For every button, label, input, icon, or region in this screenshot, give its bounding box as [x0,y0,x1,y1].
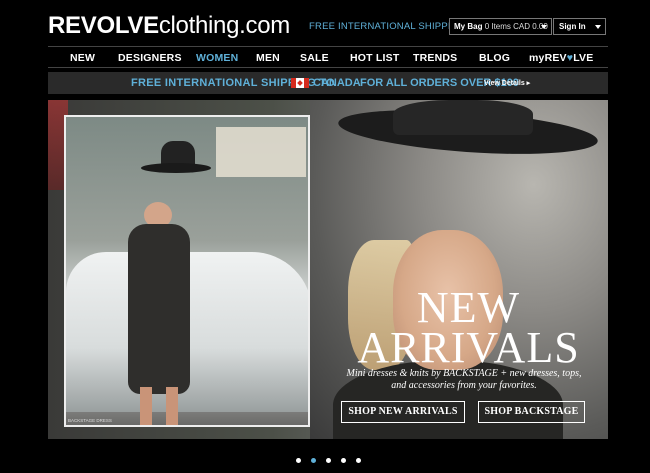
free-shipping-notice[interactable]: FREE INTERNATIONAL SHIPPING [309,21,465,32]
inset-photo: BACKSTAGE DRESS [64,115,310,427]
banner-country: CANADA [313,77,361,89]
hero-slide[interactable]: BACKSTAGE DRESS NEW ARRIVALS Mini dresse… [48,100,608,439]
canada-flag-icon [291,78,309,88]
nav-item-trends[interactable]: TRENDS [413,52,457,64]
carousel-dot[interactable] [356,458,361,463]
inset-caption: BACKSTAGE DRESS [68,418,112,423]
street-sign-image [216,127,306,177]
nav-item-new[interactable]: NEW [70,52,95,64]
brand-prefix: myREV [529,52,567,64]
sign-in-dropdown[interactable]: Sign In [553,18,606,35]
nav-item-women[interactable]: WOMEN [196,52,238,64]
site-logo[interactable]: REVOLVEclothing.com [48,12,290,40]
nav-item-blog[interactable]: BLOG [479,52,510,64]
my-bag-dropdown[interactable]: My Bag 0 Items CAD 0.00 [449,18,552,35]
hero-subtitle: Mini dresses & knits by BACKSTAGE + new … [346,368,582,391]
hat-image [141,141,211,179]
hero-title-line1: NEW [416,283,521,332]
nav-item-myrevolve[interactable]: myREV♥LVE [529,52,593,64]
brand-suffix: LVE [573,52,594,64]
main-nav: NEW DESIGNERS WOMEN MEN SALE HOT LIST TR… [48,46,608,68]
chevron-down-icon [541,25,547,29]
shipping-banner[interactable]: FREE INTERNATIONAL SHIPPING TO CANADA FO… [48,72,608,94]
view-details-link[interactable]: View Details ▸ [484,79,530,87]
nav-item-men[interactable]: MEN [256,52,280,64]
carousel-dot[interactable] [326,458,331,463]
nav-item-hot-list[interactable]: HOT LIST [350,52,399,64]
hero-title: NEW ARRIVALS [346,283,591,372]
carousel-dot[interactable] [341,458,346,463]
carousel-dot[interactable] [296,458,301,463]
nav-item-designers[interactable]: DESIGNERS [118,52,182,64]
shop-new-arrivals-button[interactable]: SHOP NEW ARRIVALS [341,401,465,423]
logo-light: clothing.com [158,12,290,39]
model-image [114,202,204,425]
logo-bold: REVOLVE [48,12,159,39]
sign-in-label: Sign In [559,22,586,31]
hero-title-line2: ARRIVALS [357,323,580,372]
carousel-dot-active[interactable] [311,458,316,463]
bag-label: My Bag [454,22,483,31]
chevron-down-icon [595,25,601,29]
shop-backstage-button[interactable]: SHOP BACKSTAGE [478,401,585,423]
bag-items: 0 Items CAD 0.00 [484,22,548,31]
nav-item-sale[interactable]: SALE [300,52,329,64]
